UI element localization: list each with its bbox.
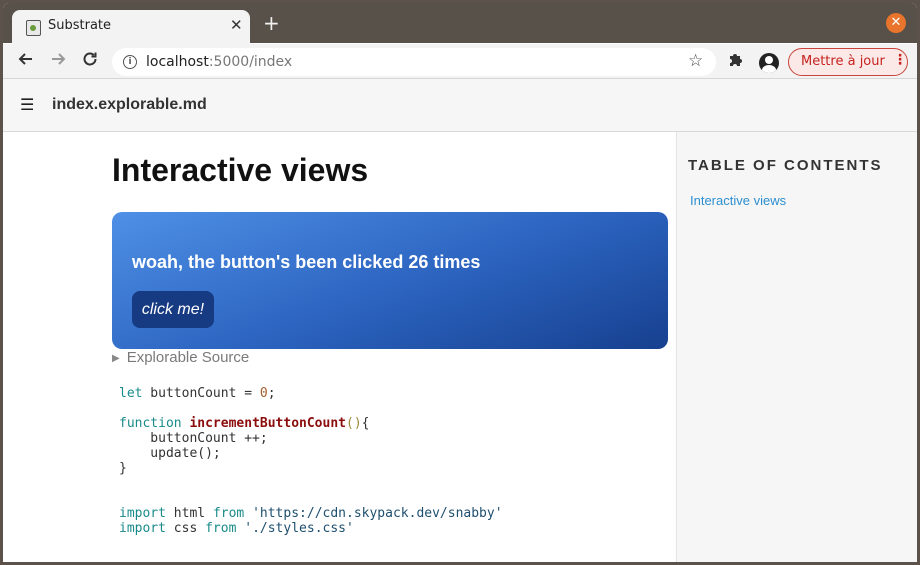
url-path: :5000/index: [208, 54, 293, 70]
code-text: {: [361, 416, 370, 431]
code-keyword: import: [119, 521, 166, 536]
update-button[interactable]: Mettre à jour ⋮: [788, 48, 908, 76]
reload-icon[interactable]: [81, 50, 99, 74]
code-line: import html from 'https://cdn.skypack.de…: [119, 506, 503, 521]
main-content: Interactive views woah, the button's bee…: [3, 132, 676, 562]
url-text[interactable]: localhost:5000/index: [146, 54, 292, 70]
code-text: ;: [267, 386, 276, 401]
code-text: html: [165, 506, 213, 521]
code-text: css: [165, 521, 206, 536]
code-line: }: [119, 461, 127, 476]
code-function-name: incrementButtonCount: [189, 416, 346, 431]
code-line: let buttonCount = 0;: [119, 386, 503, 401]
code-line: import css from './styles.css': [119, 521, 503, 536]
kebab-menu-icon[interactable]: ⋮: [893, 52, 907, 68]
window-close-button[interactable]: ✕: [886, 13, 906, 33]
table-of-contents: TABLE OF CONTENTS Interactive views: [676, 132, 917, 562]
title-bar: Substrate ✕ + ✕: [3, 3, 917, 44]
back-arrow-icon[interactable]: [17, 50, 35, 74]
browser-window: Substrate ✕ + ✕ i localhost:5000/index ☆…: [3, 3, 917, 562]
code-text: buttonCount =: [142, 386, 260, 401]
code-keyword: function: [119, 416, 182, 431]
browser-tab[interactable]: Substrate ✕: [12, 10, 250, 44]
interactive-demo-card: woah, the button's been clicked 26 times…: [112, 212, 668, 349]
toc-item-interactive-views[interactable]: Interactive views: [690, 193, 786, 208]
code-keyword: import: [119, 506, 166, 521]
page-title: Interactive views: [112, 152, 369, 188]
close-icon[interactable]: ✕: [230, 16, 243, 34]
puzzle-extension-icon[interactable]: [728, 51, 744, 71]
code-paren: (): [346, 416, 362, 431]
disclosure-triangle-icon: ▶: [112, 353, 120, 364]
address-bar[interactable]: i localhost:5000/index ☆: [112, 48, 716, 76]
toc-heading: TABLE OF CONTENTS: [688, 157, 883, 174]
code-keyword: from: [205, 521, 237, 536]
code-line: function incrementButtonCount(){: [119, 416, 503, 431]
app-header: ☰ index.explorable.md: [3, 79, 917, 132]
star-icon[interactable]: ☆: [688, 51, 703, 71]
hamburger-menu-icon[interactable]: ☰: [20, 95, 34, 114]
code-string: './styles.css': [244, 521, 354, 536]
code-line: update();: [119, 446, 221, 461]
url-host: localhost: [146, 54, 209, 70]
browser-toolbar: i localhost:5000/index ☆ Mettre à jour ⋮: [3, 44, 917, 79]
document-title: index.explorable.md: [52, 96, 207, 113]
page-favicon-icon: [26, 20, 41, 36]
code-block: let buttonCount = 0; function incrementB…: [119, 386, 503, 536]
code-keyword: from: [212, 506, 245, 521]
click-me-button[interactable]: click me!: [132, 291, 214, 328]
tab-title: Substrate: [48, 18, 112, 33]
info-icon[interactable]: i: [123, 55, 137, 69]
explorable-source-label: Explorable Source: [126, 349, 250, 366]
click-count-text: woah, the button's been clicked 26 times: [132, 252, 481, 272]
profile-icon[interactable]: [759, 53, 779, 73]
plus-icon[interactable]: +: [263, 12, 280, 34]
forward-arrow-icon[interactable]: [49, 50, 67, 74]
update-button-label: Mettre à jour: [801, 54, 885, 69]
code-string: 'https://cdn.skypack.dev/snabby': [252, 506, 503, 521]
code-keyword: let: [119, 386, 143, 401]
code-number: 0: [259, 386, 268, 401]
code-line: buttonCount ++;: [119, 431, 268, 446]
explorable-source-toggle[interactable]: ▶ Explorable Source: [112, 349, 249, 366]
